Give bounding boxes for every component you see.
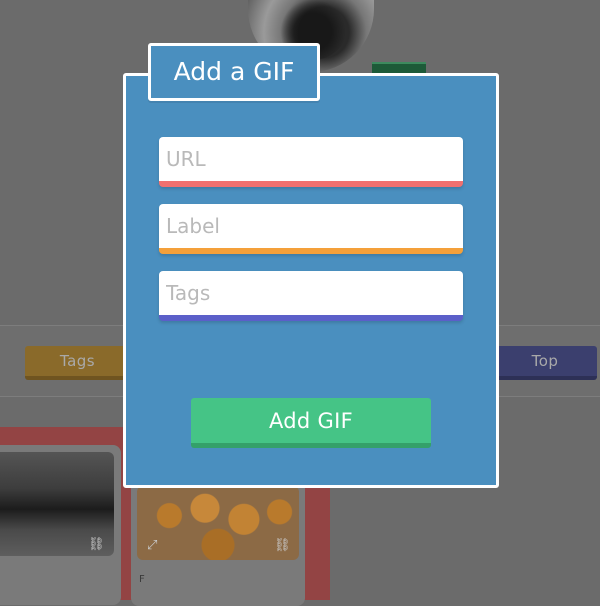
link-icon[interactable]: ⛓: [274, 538, 291, 553]
tags-field[interactable]: [159, 271, 463, 321]
tab-top[interactable]: Top: [493, 346, 597, 380]
link-icon[interactable]: ⛓: [88, 537, 105, 552]
url-field[interactable]: [159, 137, 463, 187]
tab-tags[interactable]: Tags: [25, 346, 130, 380]
card-label: F: [139, 574, 145, 585]
add-gif-button[interactable]: Add GIF: [191, 398, 431, 448]
dialog-title: Add a GIF: [148, 43, 320, 101]
url-input[interactable]: [159, 137, 463, 181]
tags-input[interactable]: [159, 271, 463, 315]
expand-icon[interactable]: ⤢: [147, 538, 157, 553]
label-input[interactable]: [159, 204, 463, 248]
label-field[interactable]: [159, 204, 463, 254]
